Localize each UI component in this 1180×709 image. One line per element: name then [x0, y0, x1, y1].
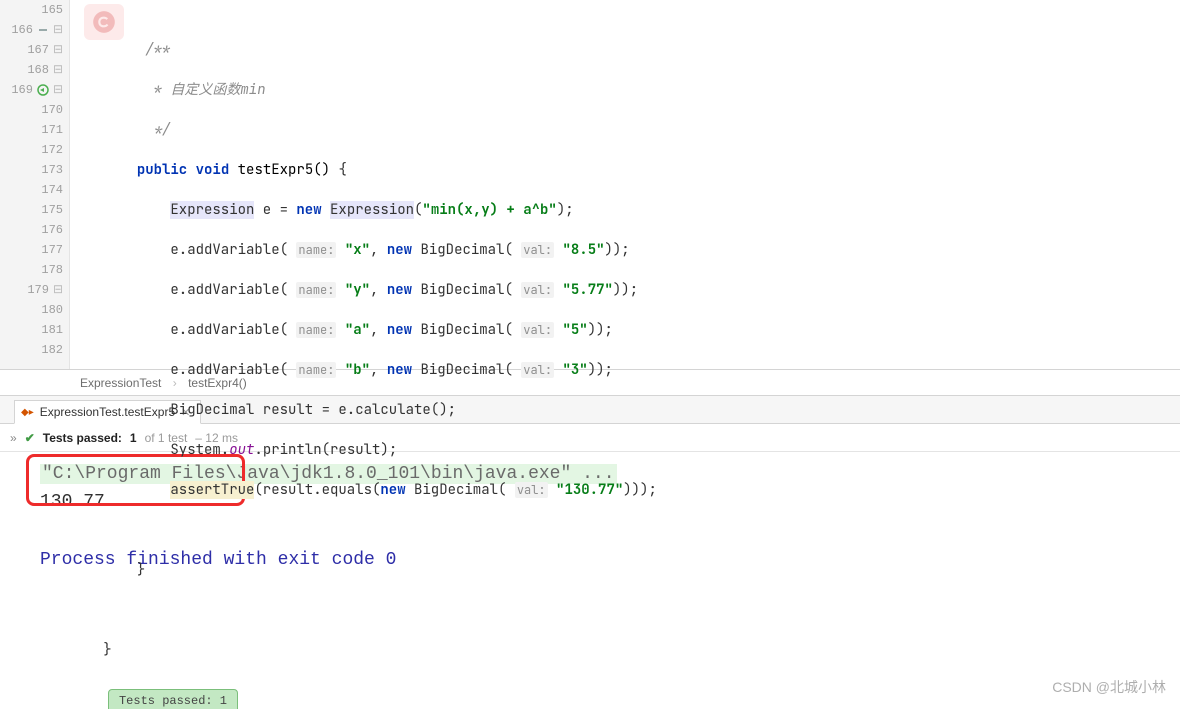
string-literal: "8.5" — [563, 241, 605, 259]
gutter-row[interactable]: 175 — [0, 200, 69, 220]
ctor-bigdecimal: BigDecimal( — [420, 361, 512, 379]
line-number: 181 — [39, 320, 63, 340]
line-number: 170 — [39, 100, 63, 120]
method-name: testExpr5() — [238, 161, 330, 179]
string-literal: "5.77" — [563, 281, 613, 299]
string-literal: "3" — [563, 361, 588, 379]
gutter-row[interactable]: 179⊟ — [0, 280, 69, 300]
code-text: BigDecimal result = e.calculate(); — [170, 401, 456, 419]
gutter-row[interactable]: 176 — [0, 220, 69, 240]
gutter: 165166⊟167⊟168⊟169⊟170171172173174175176… — [0, 0, 70, 369]
kw-new: new — [387, 281, 412, 299]
gutter-row[interactable]: 166⊟ — [0, 20, 69, 40]
gutter-row[interactable]: 171 — [0, 120, 69, 140]
gutter-row[interactable]: 169⊟ — [0, 80, 69, 100]
line-number: 168 — [25, 60, 49, 80]
line-number: 177 — [39, 240, 63, 260]
test-config-icon: ◆▸ — [21, 407, 34, 418]
code-text: } — [137, 561, 145, 579]
fold-icon[interactable] — [37, 24, 49, 36]
editor-area: 165166⊟167⊟168⊟169⊟170171172173174175176… — [0, 0, 1180, 370]
param-hint-name: name: — [296, 282, 336, 298]
line-number: 174 — [39, 180, 63, 200]
param-hint-val: val: — [521, 282, 554, 298]
call-addvariable: e.addVariable( — [170, 241, 288, 259]
kw-new: new — [296, 201, 321, 219]
code-text: )); — [588, 321, 613, 339]
line-number: 178 — [39, 260, 63, 280]
gutter-row[interactable]: 165 — [0, 0, 69, 20]
kw-void: void — [196, 161, 230, 179]
line-number: 172 — [39, 140, 63, 160]
field-out: out — [229, 441, 254, 459]
string-literal: "a" — [345, 321, 370, 339]
expand-icon[interactable]: » — [10, 431, 17, 445]
code-text: )); — [588, 361, 613, 379]
ctor-bigdecimal: BigDecimal( — [420, 241, 512, 259]
code-pane[interactable]: /** * 自定义函数min */ public void testExpr5(… — [70, 0, 1180, 369]
gutter-row[interactable]: 181 — [0, 320, 69, 340]
kw-new: new — [380, 481, 405, 499]
code-text: ))); — [623, 481, 657, 499]
gutter-row[interactable]: 170 — [0, 100, 69, 120]
check-icon: ✔ — [25, 431, 35, 445]
code-text: BigDecimal( — [406, 481, 507, 499]
string-literal: "x" — [345, 241, 370, 259]
line-number: 179 — [25, 280, 49, 300]
string-literal: "130.77" — [556, 481, 623, 499]
call-addvariable: e.addVariable( — [170, 321, 288, 339]
line-number: 169 — [9, 80, 33, 100]
line-number: 171 — [39, 120, 63, 140]
kw-new: new — [387, 361, 412, 379]
type-expression: Expression — [170, 201, 254, 219]
param-hint-val: val: — [521, 362, 554, 378]
javadoc-close: */ — [145, 121, 170, 139]
param-hint-val: val: — [515, 482, 548, 498]
string-literal: "y" — [345, 281, 370, 299]
gutter-row[interactable]: 168⊟ — [0, 60, 69, 80]
param-hint-val: val: — [521, 322, 554, 338]
gutter-row[interactable]: 180 — [0, 300, 69, 320]
call-asserttrue: assertTrue — [170, 481, 254, 499]
gutter-row[interactable]: 177 — [0, 240, 69, 260]
param-hint-name: name: — [296, 322, 336, 338]
line-number: 167 — [25, 40, 49, 60]
string-literal: "min(x,y) + a^b" — [422, 201, 556, 219]
string-literal: "b" — [345, 361, 370, 379]
run-test-icon[interactable] — [37, 84, 49, 96]
line-number: 180 — [39, 300, 63, 320]
code-text: (result.equals( — [254, 481, 380, 499]
param-hint-name: name: — [296, 242, 336, 258]
gutter-row[interactable]: 173 — [0, 160, 69, 180]
ctor-bigdecimal: BigDecimal( — [420, 281, 512, 299]
gutter-row[interactable]: 172 — [0, 140, 69, 160]
line-number: 182 — [39, 340, 63, 360]
kw-public: public — [137, 161, 187, 179]
code-text: )); — [613, 281, 638, 299]
code-text: } — [103, 641, 111, 659]
gutter-row[interactable]: 182 — [0, 340, 69, 360]
javadoc-open: /** — [145, 41, 170, 59]
line-number: 176 — [39, 220, 63, 240]
ctor-bigdecimal: BigDecimal( — [420, 321, 512, 339]
code-text: System. — [170, 441, 229, 459]
line-number: 175 — [39, 200, 63, 220]
gutter-row[interactable]: 178 — [0, 260, 69, 280]
code-text: )); — [605, 241, 630, 259]
call-addvariable: e.addVariable( — [170, 361, 288, 379]
kw-new: new — [387, 241, 412, 259]
string-literal: "5" — [563, 321, 588, 339]
ctor-expression: Expression — [330, 201, 414, 219]
param-hint-val: val: — [521, 242, 554, 258]
line-number: 166 — [9, 20, 33, 40]
gutter-row[interactable]: 167⊟ — [0, 40, 69, 60]
line-number: 165 — [39, 0, 63, 20]
javadoc-body: * 自定义函数min — [145, 81, 265, 99]
gutter-row[interactable]: 174 — [0, 180, 69, 200]
kw-new: new — [387, 321, 412, 339]
param-hint-name: name: — [296, 362, 336, 378]
code-text: .println(result); — [254, 441, 397, 459]
line-number: 173 — [39, 160, 63, 180]
call-addvariable: e.addVariable( — [170, 281, 288, 299]
